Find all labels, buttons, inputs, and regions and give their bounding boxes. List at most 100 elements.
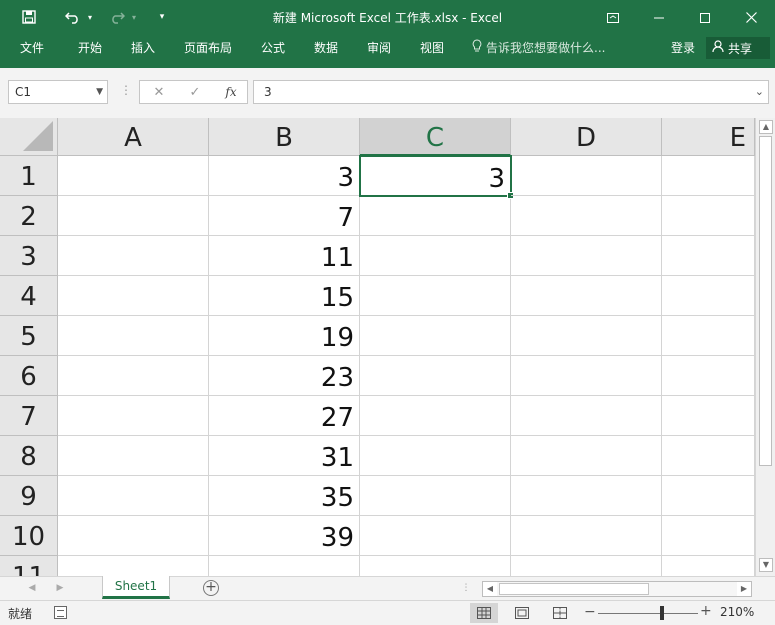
name-box[interactable]: C1 ▼ xyxy=(8,80,108,104)
cell-c10[interactable] xyxy=(360,516,511,556)
tab-split-grip-icon[interactable]: ⋮ xyxy=(458,579,474,597)
cell-e10[interactable] xyxy=(662,516,755,556)
cell-a1[interactable] xyxy=(58,156,209,196)
page-break-preview-icon[interactable] xyxy=(546,603,574,623)
column-header-c[interactable]: C xyxy=(360,118,511,156)
row-header-7[interactable]: 7 xyxy=(0,396,58,436)
cell-d1[interactable] xyxy=(511,156,662,196)
tab-formulas[interactable]: 公式 xyxy=(259,35,287,61)
row-header-8[interactable]: 8 xyxy=(0,436,58,476)
column-header-a[interactable]: A xyxy=(58,118,209,156)
ribbon-display-options-icon[interactable] xyxy=(590,0,636,35)
tab-home[interactable]: 开始 xyxy=(76,35,104,61)
insert-function-icon[interactable]: fx xyxy=(216,81,246,103)
undo-icon[interactable] xyxy=(62,6,84,28)
tab-page-layout[interactable]: 页面布局 xyxy=(182,35,234,61)
cancel-icon[interactable]: ✕ xyxy=(144,81,174,103)
cell-c8[interactable] xyxy=(360,436,511,476)
cell-b11[interactable] xyxy=(209,556,360,576)
cell-e4[interactable] xyxy=(662,276,755,316)
zoom-slider[interactable] xyxy=(598,613,698,614)
worksheet-grid[interactable]: A B C D E 1 2 3 4 5 6 7 8 9 10 11 3 7 11… xyxy=(0,118,755,576)
cell-a6[interactable] xyxy=(58,356,209,396)
cell-e9[interactable] xyxy=(662,476,755,516)
column-header-d[interactable]: D xyxy=(511,118,662,156)
cell-d9[interactable] xyxy=(511,476,662,516)
redo-icon[interactable] xyxy=(106,6,128,28)
cell-c11[interactable] xyxy=(360,556,511,576)
normal-view-icon[interactable] xyxy=(470,603,498,623)
vertical-scroll-thumb[interactable] xyxy=(759,136,772,466)
cell-b8[interactable]: 31 xyxy=(209,436,360,476)
cell-d4[interactable] xyxy=(511,276,662,316)
cell-d2[interactable] xyxy=(511,196,662,236)
horizontal-scrollbar[interactable]: ◀ ▶ xyxy=(482,581,752,597)
tab-review[interactable]: 审阅 xyxy=(365,35,393,61)
cell-d3[interactable] xyxy=(511,236,662,276)
save-icon[interactable] xyxy=(18,6,40,28)
cell-b6[interactable]: 23 xyxy=(209,356,360,396)
zoom-slider-thumb[interactable] xyxy=(660,606,664,620)
redo-dropdown-icon[interactable]: ▾ xyxy=(130,6,138,28)
cell-d11[interactable] xyxy=(511,556,662,576)
cell-d10[interactable] xyxy=(511,516,662,556)
cell-a5[interactable] xyxy=(58,316,209,356)
cell-a2[interactable] xyxy=(58,196,209,236)
cell-b10[interactable]: 39 xyxy=(209,516,360,556)
cell-b3[interactable]: 11 xyxy=(209,236,360,276)
cell-a7[interactable] xyxy=(58,396,209,436)
row-header-4[interactable]: 4 xyxy=(0,276,58,316)
zoom-level[interactable]: 210% xyxy=(720,605,754,619)
undo-dropdown-icon[interactable]: ▾ xyxy=(86,6,94,28)
zoom-out-icon[interactable]: − xyxy=(584,604,596,620)
cell-a9[interactable] xyxy=(58,476,209,516)
page-layout-view-icon[interactable] xyxy=(508,603,536,623)
scroll-down-icon[interactable]: ▼ xyxy=(759,558,773,572)
tab-insert[interactable]: 插入 xyxy=(129,35,157,61)
cell-c3[interactable] xyxy=(360,236,511,276)
cell-e7[interactable] xyxy=(662,396,755,436)
tell-me-box[interactable]: 告诉我您想要做什么... xyxy=(472,35,605,61)
cell-a8[interactable] xyxy=(58,436,209,476)
row-header-9[interactable]: 9 xyxy=(0,476,58,516)
cell-e2[interactable] xyxy=(662,196,755,236)
row-header-10[interactable]: 10 xyxy=(0,516,58,556)
row-header-3[interactable]: 3 xyxy=(0,236,58,276)
tab-data[interactable]: 数据 xyxy=(312,35,340,61)
cell-e3[interactable] xyxy=(662,236,755,276)
zoom-in-icon[interactable]: + xyxy=(700,603,712,619)
row-header-1[interactable]: 1 xyxy=(0,156,58,196)
cell-b1[interactable]: 3 xyxy=(209,156,360,196)
cell-e1[interactable] xyxy=(662,156,755,196)
column-header-e[interactable]: E xyxy=(662,118,755,156)
restore-icon[interactable] xyxy=(682,0,728,35)
cell-a3[interactable] xyxy=(58,236,209,276)
cell-b7[interactable]: 27 xyxy=(209,396,360,436)
row-header-5[interactable]: 5 xyxy=(0,316,58,356)
cell-c9[interactable] xyxy=(360,476,511,516)
tab-file[interactable]: 文件 xyxy=(18,35,46,61)
sheet-tab-sheet1[interactable]: Sheet1 xyxy=(102,576,170,599)
cell-c5[interactable] xyxy=(360,316,511,356)
row-header-2[interactable]: 2 xyxy=(0,196,58,236)
scroll-left-icon[interactable]: ◀ xyxy=(483,582,497,596)
cell-a10[interactable] xyxy=(58,516,209,556)
cell-e5[interactable] xyxy=(662,316,755,356)
login-link[interactable]: 登录 xyxy=(671,35,695,61)
previous-sheet-icon[interactable]: ◀ xyxy=(24,579,40,597)
chevron-down-icon[interactable]: ▼ xyxy=(96,81,103,103)
horizontal-scroll-thumb[interactable] xyxy=(499,583,649,595)
macro-recording-icon[interactable] xyxy=(54,606,67,619)
scroll-up-icon[interactable]: ▲ xyxy=(759,120,773,134)
cell-d6[interactable] xyxy=(511,356,662,396)
formula-input[interactable]: 3 ⌄ xyxy=(253,80,769,104)
close-icon[interactable] xyxy=(728,0,774,35)
enter-check-icon[interactable]: ✓ xyxy=(180,81,210,103)
customize-toolbar-icon[interactable]: ▾ xyxy=(155,6,169,28)
minimize-icon[interactable] xyxy=(636,0,682,35)
cell-b9[interactable]: 35 xyxy=(209,476,360,516)
cell-c1[interactable]: 3 xyxy=(359,155,512,197)
cell-b4[interactable]: 15 xyxy=(209,276,360,316)
select-all-button[interactable] xyxy=(0,118,58,156)
cell-a11[interactable] xyxy=(58,556,209,576)
